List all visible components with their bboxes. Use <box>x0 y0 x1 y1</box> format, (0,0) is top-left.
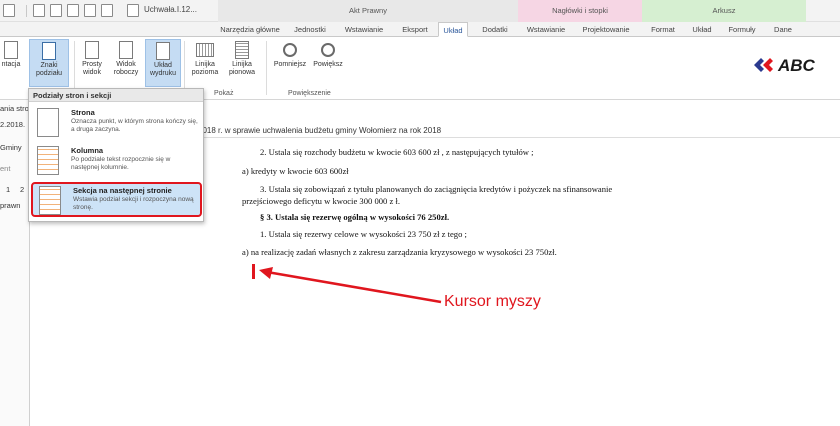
horizontal-ruler-button[interactable]: Linijka pozioma <box>188 39 222 87</box>
annotation-arrow <box>259 267 442 304</box>
zoom-out-icon <box>283 43 297 57</box>
page-number[interactable]: 1 <box>6 185 10 194</box>
draft-view-label: Widok roboczy <box>113 61 139 76</box>
tab-uklad[interactable]: Układ <box>438 22 468 37</box>
nav-text: ania stro <box>0 104 29 113</box>
tab-formuly[interactable]: Formuły <box>724 22 760 37</box>
context-group-naglowki: Nagłówki i stopki <box>518 0 642 22</box>
orientation-label: ntacja <box>1 61 21 68</box>
horizontal-ruler-label: Linijka pozioma <box>191 61 219 76</box>
page-break-option[interactable]: Strona Oznacza punkt, w którym strona ko… <box>31 106 202 141</box>
column-break-option[interactable]: Kolumna Po podziale tekst rozpocznie się… <box>31 144 202 179</box>
document-header-line: 2018 r. w sprawie uchwalenia budżetu gmi… <box>192 124 840 138</box>
option-title: Kolumna <box>71 146 104 155</box>
tab-dane[interactable]: Dane <box>768 22 798 37</box>
simple-view-button[interactable]: Prosty widok <box>78 39 106 87</box>
breaks-dropdown-header: Podziały stron i sekcji <box>29 89 203 102</box>
print-layout-label: Układ wydruku <box>149 62 177 77</box>
export-icon[interactable] <box>101 4 113 17</box>
doc-line: przejściowego deficytu w kwocie 300 000 … <box>242 196 400 206</box>
orientation-icon <box>4 41 18 59</box>
left-navigation-panel: ania stro 2.2018. Gminy ent 1 2 prawn <box>0 100 30 426</box>
print-icon[interactable] <box>67 4 79 17</box>
tab-format[interactable]: Format <box>646 22 680 37</box>
new-document-icon[interactable] <box>33 4 45 17</box>
tab-wstawianie[interactable]: Wstawianie <box>340 22 388 37</box>
separator <box>184 41 185 95</box>
option-title: Strona <box>71 108 95 117</box>
option-desc: Wstawia podział sekcji i rozpoczyna nową… <box>73 196 194 211</box>
nav-text: 2.2018. <box>0 120 26 129</box>
doc-line: 3. Ustala się zobowiązań z tytułu planow… <box>260 184 613 194</box>
doc-line: 2. Ustala się rozchody budżetu w kwocie … <box>260 147 534 157</box>
separator <box>74 41 75 95</box>
simple-view-icon <box>85 41 99 59</box>
separator <box>266 41 267 95</box>
option-desc: Oznacza punkt, w którym strona kończy si… <box>71 118 198 133</box>
abc-logo: ABC <box>750 53 840 77</box>
zoom-out-button[interactable]: Pomniejsz <box>272 39 308 87</box>
section-break-icon <box>39 186 61 215</box>
column-break-icon <box>37 146 59 175</box>
doc-line: a) na realizację zadań własnych z zakres… <box>242 247 557 257</box>
logo-text: ABC <box>778 56 815 75</box>
section-next-page-option[interactable]: Sekcja na następnej stronie Wstawia podz… <box>31 182 202 217</box>
save-icon[interactable] <box>3 4 15 17</box>
nav-text: Gminy <box>0 143 22 152</box>
preview-icon[interactable] <box>84 4 96 17</box>
simple-view-label: Prosty widok <box>82 61 102 76</box>
tab-narzedzia-glowne[interactable]: Narzędzia główne <box>218 22 282 37</box>
vertical-ruler-button[interactable]: Linijka pionowa <box>225 39 259 87</box>
vertical-ruler-icon <box>235 41 249 59</box>
draft-view-button[interactable]: Widok roboczy <box>110 39 142 87</box>
title-bar: Uchwała.I.12... Akt Prawny Nagłówki i st… <box>0 0 840 22</box>
tab-jednostki[interactable]: Jednostki <box>288 22 332 37</box>
show-group-label: Pokaż <box>214 90 234 97</box>
option-desc: Po podziale tekst rozpocznie się w nastę… <box>71 156 171 171</box>
tab-eksport[interactable]: Eksport <box>396 22 434 37</box>
horizontal-ruler-icon <box>196 43 214 57</box>
tab-projektowanie[interactable]: Projektowanie <box>578 22 634 37</box>
orientation-button[interactable]: ntacja <box>0 39 26 87</box>
tab-dodatki[interactable]: Dodatki <box>476 22 514 37</box>
tab-wstawianie-naglowki[interactable]: Wstawianie <box>522 22 570 37</box>
print-layout-icon <box>156 42 170 60</box>
nav-text: ent <box>0 164 11 173</box>
zoom-group-label: Powiększenie <box>288 90 331 97</box>
breaks-dropdown: Podziały stron i sekcji Strona Oznacza p… <box>28 88 204 222</box>
page-number[interactable]: 2 <box>20 185 24 194</box>
zoom-in-button[interactable]: Powiększ <box>310 39 346 87</box>
document-icon <box>127 4 139 17</box>
breaks-label: Znaki podziału <box>35 62 63 77</box>
open-document-icon[interactable] <box>50 4 62 17</box>
annotation-label: Kursor myszy <box>444 293 541 310</box>
ribbon-tab-row: Narzędzia główne Jednostki Wstawianie Ek… <box>0 22 840 37</box>
document-title: Uchwała.I.12... <box>144 5 197 14</box>
breaks-icon <box>42 42 56 60</box>
draft-view-icon <box>119 41 133 59</box>
zoom-out-label: Pomniejsz <box>273 61 307 68</box>
context-group-arkusz: Arkusz <box>642 0 806 22</box>
doc-line: a) kredyty w kwocie 603 600zł <box>242 166 349 176</box>
separator <box>26 5 27 17</box>
tab-uklad-arkusz[interactable]: Układ <box>688 22 716 37</box>
zoom-in-label: Powiększ <box>313 61 343 68</box>
doc-line: § 3. Ustala się rezerwę ogólną w wysokoś… <box>260 212 450 222</box>
zoom-in-icon <box>321 43 335 57</box>
nav-text: prawn <box>0 201 21 210</box>
doc-line: 1. Ustala się rezerwy celowe w wysokości… <box>260 229 467 239</box>
option-title: Sekcja na następnej stronie <box>73 186 172 195</box>
context-group-akt-prawny: Akt Prawny <box>218 0 518 22</box>
print-layout-button[interactable]: Układ wydruku <box>145 39 181 87</box>
breaks-button[interactable]: Znaki podziału <box>29 39 69 87</box>
page-break-icon <box>37 108 59 137</box>
vertical-ruler-label: Linijka pionowa <box>228 61 256 76</box>
